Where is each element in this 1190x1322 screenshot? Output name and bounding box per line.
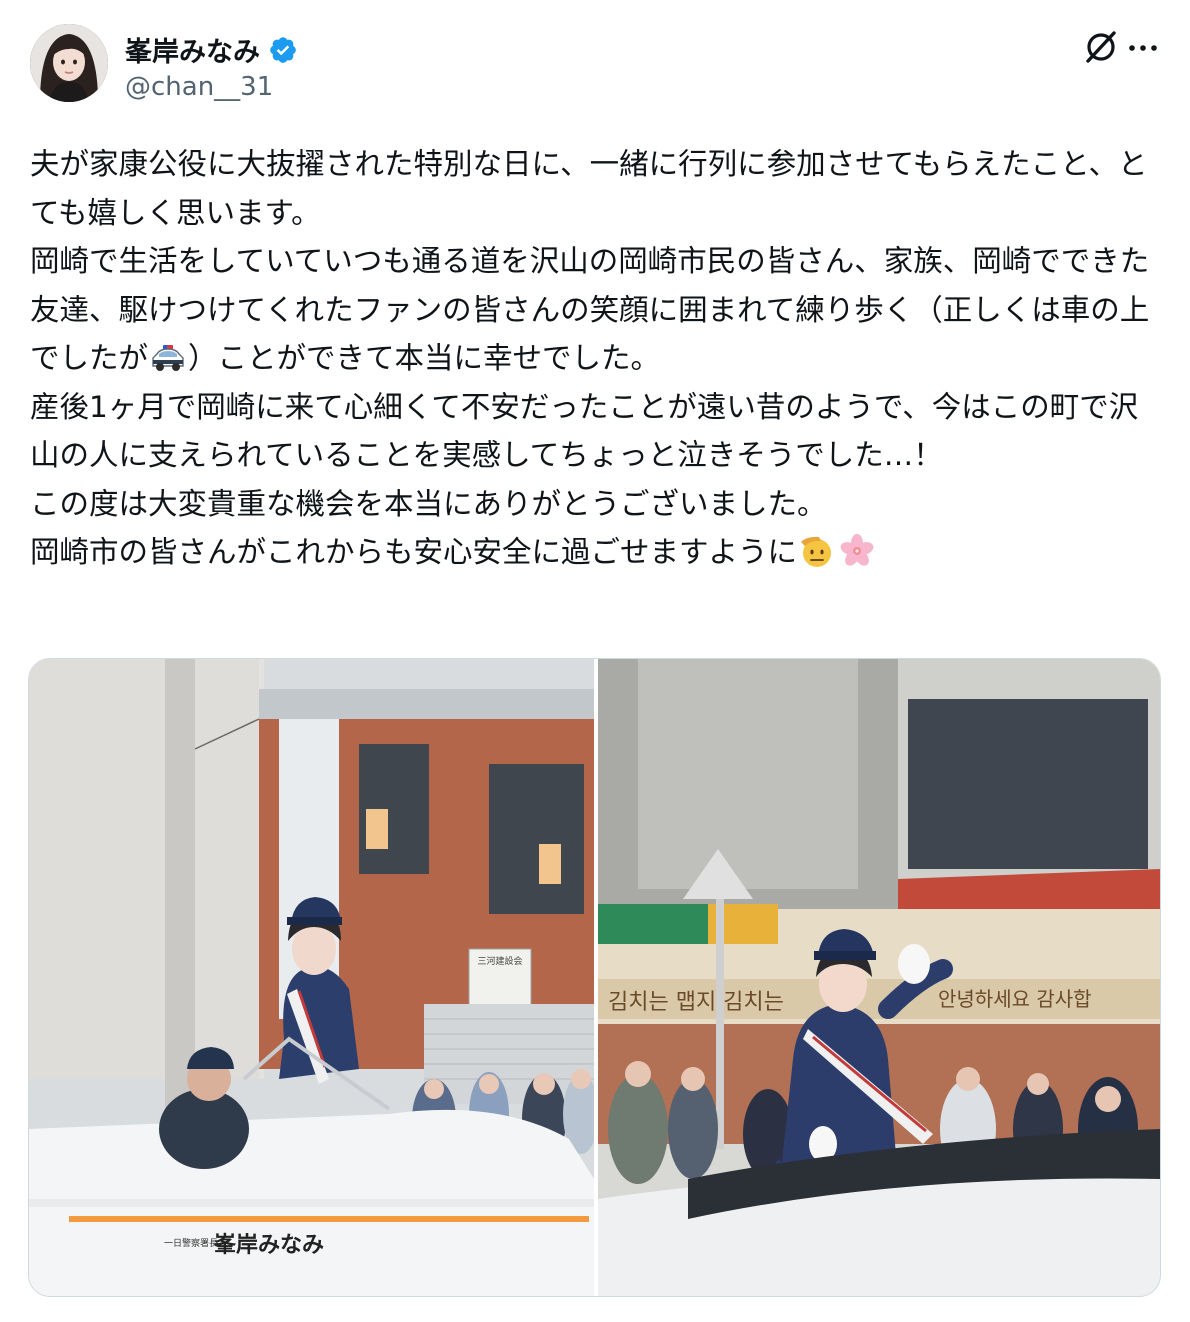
saluting-face-emoji bbox=[797, 532, 837, 570]
media-grid: 三河建設会 一日警察署長 峯岸みなみ 김치는 맵지 김치는 안녕하세요 감사합 bbox=[28, 658, 1161, 1297]
car-door-small-text: 一日警察署長 bbox=[164, 1237, 218, 1249]
sign-text: 三河建設会 bbox=[477, 955, 522, 967]
shop-sign-left: 김치는 맵지 김치는 bbox=[608, 990, 784, 1015]
author-handle[interactable]: @chan__31 bbox=[125, 72, 273, 102]
tweet-text-span: ）ことができて本当に幸せでした。 bbox=[188, 341, 661, 375]
shop-sign-right: 안녕하세요 감사합 bbox=[938, 987, 1092, 1011]
avatar[interactable] bbox=[30, 24, 108, 102]
police-car-emoji bbox=[148, 338, 188, 376]
tweet-paragraph: 岡崎市の皆さんがこれからも安心安全に過ごせますように bbox=[30, 528, 1165, 577]
tweet-photo-right[interactable]: 김치는 맵지 김치는 안녕하세요 감사합 bbox=[598, 659, 1160, 1296]
tweet-text-span: 岡崎市の皆さんがこれからも安心安全に過ごせますように bbox=[30, 535, 798, 569]
more-options-icon[interactable] bbox=[1126, 28, 1160, 66]
grok-icon[interactable] bbox=[1082, 28, 1120, 66]
tweet-paragraph: 産後1ヶ月で岡崎に来て心細くて不安だったことが遠い昔のようで、今はこの町で沢山の… bbox=[30, 389, 1139, 473]
display-name[interactable]: 峯岸みなみ bbox=[125, 30, 260, 69]
tweet-text: 夫が家康公役に大抜擢された特別な日に、一緒に行列に参加させてもらえたこと、とても… bbox=[30, 140, 1165, 577]
tweet-paragraph: 岡崎で生活をしていていつも通る道を沢山の岡崎市民の皆さん、家族、岡崎でできた友達… bbox=[30, 237, 1165, 383]
tweet-paragraph: 夫が家康公役に大抜擢された特別な日に、一緒に行列に参加させてもらえたこと、とても… bbox=[30, 147, 1148, 230]
tweet-photo-left[interactable]: 三河建設会 一日警察署長 峯岸みなみ bbox=[29, 659, 594, 1296]
tweet-paragraph: この度は大変貴重な機会を本当にありがとうございました。 bbox=[30, 486, 827, 521]
car-door-name-text: 峯岸みなみ bbox=[214, 1233, 324, 1258]
verified-badge-icon[interactable] bbox=[268, 35, 298, 65]
author-name-row[interactable]: 峯岸みなみ bbox=[125, 30, 298, 69]
cherry-blossom-emoji bbox=[837, 532, 877, 570]
tweet-header: 峯岸みなみ @chan__31 bbox=[30, 24, 1160, 108]
